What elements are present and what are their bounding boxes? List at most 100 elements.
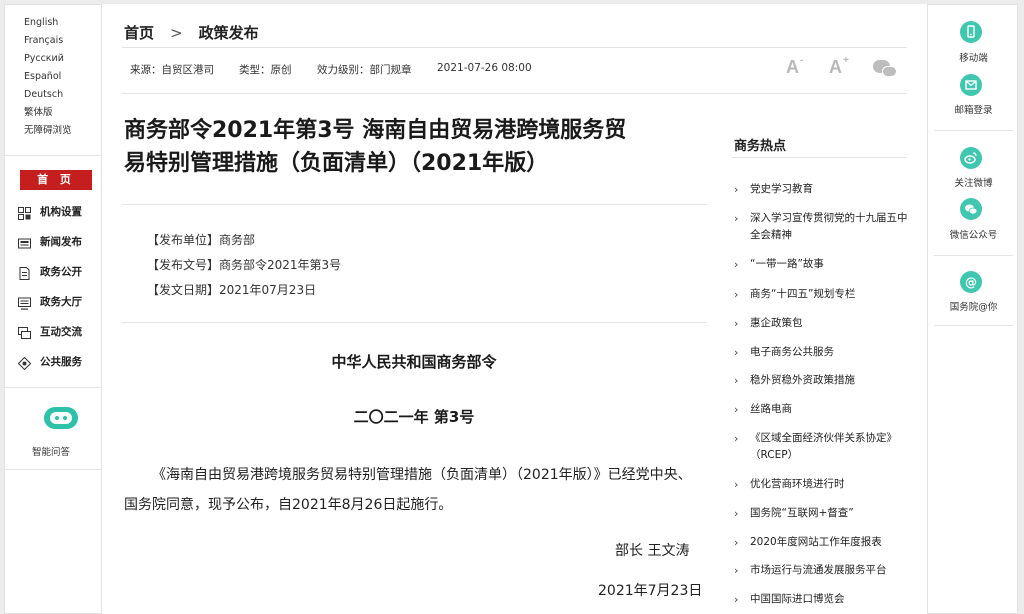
document-icon <box>18 265 31 280</box>
nav-item-news[interactable]: 新闻发布 <box>18 231 82 251</box>
nav-item-public-service[interactable]: 公共服务 <box>17 351 82 371</box>
divider <box>934 325 1013 326</box>
hot-item[interactable]: › 商务“十四五”规划专栏 <box>734 286 914 303</box>
state-council-at-you-link[interactable]: 国务院@你 <box>928 299 1019 313</box>
nav-label: 机构设置 <box>40 205 82 218</box>
divider <box>5 469 103 470</box>
hot-item[interactable]: › 《区域全面经济伙伴关系协定》（RCEP） <box>734 430 914 464</box>
lang-french[interactable]: Français <box>24 35 63 47</box>
signer: 部长 王文涛 <box>615 543 690 559</box>
divider <box>5 387 103 388</box>
hot-item[interactable]: › 优化营商环境进行时 <box>734 476 914 493</box>
chevron-right-icon: › <box>734 288 739 301</box>
mail-login-link[interactable]: 邮箱登录 <box>928 102 1019 116</box>
breadcrumb-home[interactable]: 首页 <box>124 22 154 43</box>
divider <box>122 204 707 205</box>
lang-traditional-chinese[interactable]: 繁体版 <box>24 107 53 119</box>
chevron-right-icon: › <box>734 317 739 330</box>
article-title: 商务部令2021年第3号 海南自由贸易港跨境服务贸 易特别管理措施（负面清单）（… <box>124 114 704 180</box>
mail-icon[interactable] <box>960 74 982 96</box>
publisher-info: 【发布单位】商务部 <box>147 233 256 247</box>
meta-source: 来源：自贸区港司 <box>130 64 214 76</box>
hot-item[interactable]: › 国务院“互联网+督查” <box>734 505 914 522</box>
chevron-right-icon: › <box>734 478 739 491</box>
chevron-right-icon: › <box>734 507 739 520</box>
order-number: 二〇二一年 第3号 <box>353 408 475 426</box>
lang-russian[interactable]: Русский <box>24 53 64 65</box>
mobile-link[interactable]: 移动端 <box>928 50 1019 64</box>
chevron-right-icon: › <box>734 212 739 225</box>
ai-qa-link[interactable]: 智能问答 <box>32 444 70 458</box>
news-icon <box>18 235 31 248</box>
issue-date-info: 【发文日期】2021年07月23日 <box>147 283 317 297</box>
nav-label: 公共服务 <box>40 355 82 368</box>
hot-item[interactable]: › 深入学习宣传贯彻党的十九届五中全会精神 <box>734 210 914 244</box>
divider <box>122 322 707 323</box>
hot-item[interactable]: › 稳外贸稳外资政策措施 <box>734 372 914 389</box>
hot-item[interactable]: › 丝路电商 <box>734 401 914 418</box>
service-icon <box>17 355 32 370</box>
divider <box>122 93 907 94</box>
sign-date: 2021年7月23日 <box>598 583 703 599</box>
hot-topics-title: 商务热点 <box>734 139 787 154</box>
nav-item-gov-info[interactable]: 政务公开 <box>18 261 82 281</box>
font-decrease-letter: A <box>786 57 799 77</box>
wechat-icon[interactable] <box>960 198 982 220</box>
weibo-follow-link[interactable]: 关注微博 <box>928 175 1019 189</box>
font-increase-button[interactable]: A+ <box>829 55 849 78</box>
chevron-right-icon: › <box>734 403 739 416</box>
nav-item-interaction[interactable]: 互动交流 <box>18 321 82 341</box>
nav-label: 互动交流 <box>40 325 82 338</box>
hot-item[interactable]: › 电子商务公共服务 <box>734 344 914 361</box>
divider <box>934 130 1013 131</box>
chevron-right-icon: › <box>734 258 739 271</box>
wechat-share-icon[interactable] <box>873 60 897 78</box>
divider <box>732 157 907 158</box>
main-content: 首页 > 政策发布 来源：自贸区港司 类型：原创 效力级别：部门规章 2021-… <box>102 4 927 614</box>
svg-text:@: @ <box>965 276 977 290</box>
mobile-icon[interactable] <box>960 21 982 43</box>
hot-item[interactable]: › “一带一路”故事 <box>734 256 914 273</box>
article-body: 《海南自由贸易港跨境服务贸易特别管理措施（负面清单）（2021年版）》已经党中央… <box>124 467 692 513</box>
right-sidebar: 移动端 邮箱登录 关注微博 微信公众号 @ 国务院@你 <box>927 4 1018 614</box>
left-sidebar: English Français Русский Español Deutsch… <box>4 4 103 614</box>
breadcrumb-current[interactable]: 政策发布 <box>199 22 259 43</box>
article-title-line1: 商务部令2021年第3号 海南自由贸易港跨境服务贸 <box>124 118 627 143</box>
hot-item[interactable]: › 中国国际进口博览会 <box>734 591 914 608</box>
nav-label: 政务公开 <box>40 265 82 278</box>
chevron-right-icon: › <box>734 564 739 577</box>
nav-label: 政务大厅 <box>40 295 82 308</box>
hot-item[interactable]: › 惠企政策包 <box>734 315 914 332</box>
chevron-right-icon: › <box>734 346 739 359</box>
robot-chat-icon[interactable] <box>44 407 78 429</box>
divider <box>5 155 103 156</box>
chevron-right-icon: › <box>734 374 739 387</box>
divider <box>934 255 1013 256</box>
font-decrease-button[interactable]: A- <box>786 55 804 78</box>
page: English Français Русский Español Deutsch… <box>0 0 1024 614</box>
article-title-line2: 易特别管理措施（负面清单）（2021年版） <box>124 151 549 176</box>
at-icon[interactable]: @ <box>960 271 982 293</box>
meta-datetime: 2021-07-26 08:00 <box>437 62 532 74</box>
home-button[interactable]: 首 页 <box>20 170 92 190</box>
lang-german[interactable]: Deutsch <box>24 89 63 101</box>
doc-number-info: 【发布文号】商务部令2021年第3号 <box>147 258 342 272</box>
chevron-right-icon: › <box>734 432 739 445</box>
accessibility-link[interactable]: 无障碍浏览 <box>24 125 72 137</box>
meta-type: 类型：原创 <box>239 64 292 76</box>
font-increase-letter: A <box>829 57 842 77</box>
nav-item-service-hall[interactable]: 政务大厅 <box>18 291 82 311</box>
lang-spanish[interactable]: Español <box>24 71 61 83</box>
nav-item-org[interactable]: 机构设置 <box>18 201 82 221</box>
hot-item[interactable]: › 市场运行与流通发展服务平台 <box>734 562 914 579</box>
hot-item[interactable]: › 2020年度网站工作年度报表 <box>734 534 914 551</box>
font-decrease-mark: - <box>800 55 804 66</box>
divider <box>122 47 907 48</box>
breadcrumb: 首页 > 政策发布 <box>124 22 259 43</box>
chat-icon <box>18 325 31 339</box>
hot-item[interactable]: › 党史学习教育 <box>734 181 914 198</box>
wechat-official-link[interactable]: 微信公众号 <box>928 227 1019 241</box>
lang-english[interactable]: English <box>24 17 58 29</box>
chevron-right-icon: › <box>734 183 739 196</box>
weibo-icon[interactable] <box>960 147 982 169</box>
